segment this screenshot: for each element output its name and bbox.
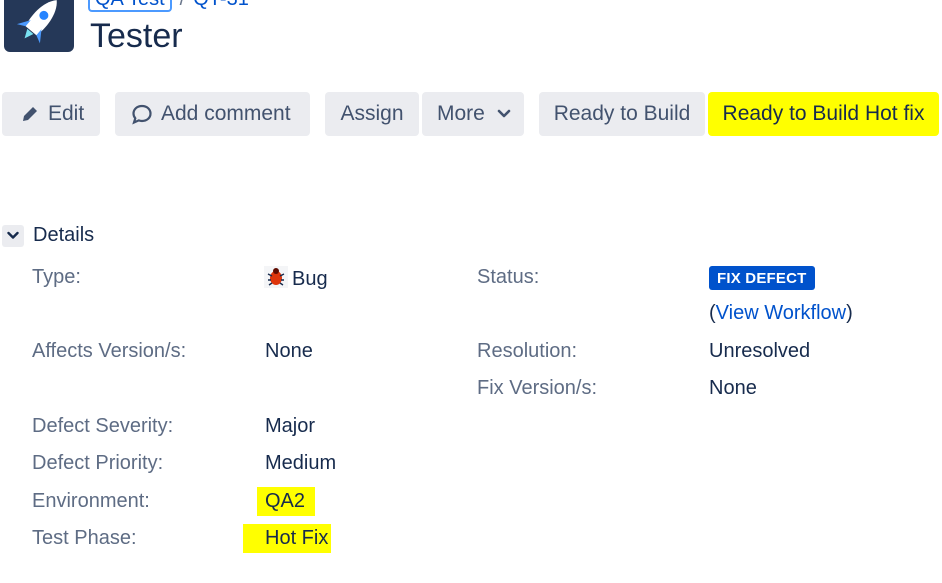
workflow-paren-open: ( (709, 302, 716, 324)
environment-value: QA2 (257, 487, 316, 516)
view-workflow-link[interactable]: View Workflow (716, 302, 846, 324)
defect-priority-label: Defect Priority: (32, 452, 164, 474)
defect-severity-value: Major (265, 415, 316, 437)
type-value-text: Bug (292, 268, 328, 290)
breadcrumb: QA Test / QT-31 (88, 0, 249, 12)
test-phase-label: Test Phase: (32, 527, 137, 549)
comment-icon (132, 104, 152, 125)
assign-button[interactable]: Assign (325, 92, 419, 136)
type-label: Type: (32, 266, 81, 288)
edit-button-label: Edit (48, 102, 85, 125)
breadcrumb-project-link[interactable]: QA Test (88, 0, 172, 12)
affects-version-value: None (265, 340, 313, 362)
bug-icon (264, 266, 288, 288)
environment-label: Environment: (32, 490, 150, 512)
resolution-label: Resolution: (477, 340, 578, 362)
fix-version-label: Fix Version/s: (477, 377, 598, 399)
chevron-down-icon (2, 224, 24, 247)
edit-button[interactable]: Edit (2, 92, 100, 136)
breadcrumb-issue-key-link[interactable]: QT-31 (193, 0, 249, 10)
workflow-paren-close: ) (846, 302, 853, 324)
resolution-value: Unresolved (709, 340, 811, 362)
add-comment-button[interactable]: Add comment (115, 92, 310, 136)
ready-to-build-hotfix-button-label: Ready to Build Hot fix (722, 102, 925, 125)
assign-button-label: Assign (340, 102, 404, 125)
project-avatar[interactable] (4, 0, 74, 52)
details-section-toggle[interactable]: Details (2, 224, 94, 247)
ready-to-build-hotfix-button[interactable]: Ready to Build Hot fix (708, 92, 939, 136)
pencil-icon (23, 107, 37, 121)
affects-version-label: Affects Version/s: (32, 340, 187, 362)
type-value: Bug (264, 266, 328, 291)
breadcrumb-separator: / (180, 0, 186, 10)
test-phase-value: Hot Fix (243, 524, 332, 553)
more-button[interactable]: More (422, 92, 524, 136)
details-heading: Details (33, 224, 95, 246)
defect-priority-value: Medium (265, 452, 337, 474)
status-badge: FIX DEFECT (709, 266, 815, 290)
more-button-label: More (437, 102, 485, 125)
status-label: Status: (477, 266, 540, 288)
rocket-icon (4, 0, 74, 52)
fix-version-value: None (709, 377, 757, 399)
add-comment-button-label: Add comment (161, 102, 291, 125)
ready-to-build-button[interactable]: Ready to Build (539, 92, 705, 136)
defect-severity-label: Defect Severity: (32, 415, 174, 437)
ready-to-build-button-label: Ready to Build (553, 102, 691, 125)
chevron-down-icon (497, 109, 511, 118)
view-workflow: (View Workflow) (709, 302, 853, 325)
issue-title: Tester (90, 17, 183, 55)
